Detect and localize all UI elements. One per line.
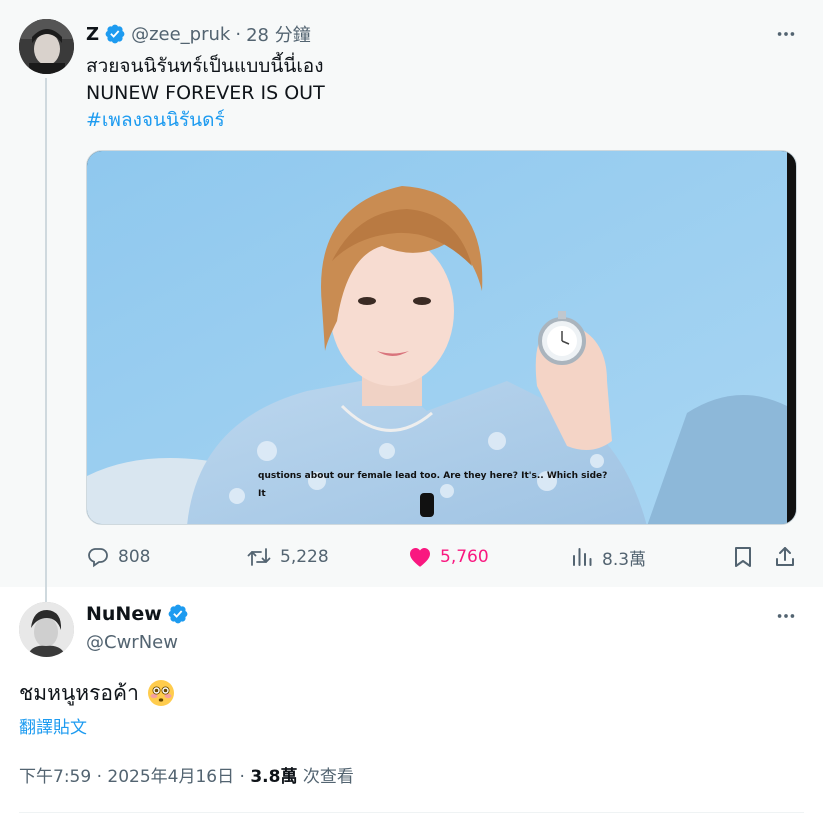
bookmark-button[interactable] — [731, 540, 763, 574]
user-handle[interactable]: @zee_pruk — [131, 24, 230, 45]
flushed-face-emoji — [147, 679, 175, 707]
view-count: 8.3萬 — [602, 549, 647, 570]
verified-badge-icon — [104, 23, 126, 45]
view-count: 3.8萬 — [250, 767, 298, 787]
reply-count: 808 — [118, 547, 151, 567]
verified-badge-icon — [167, 603, 189, 625]
separator: · — [239, 767, 245, 787]
more-options-button[interactable] — [771, 601, 801, 631]
like-button[interactable]: 5,760 — [408, 540, 489, 574]
more-dots-icon — [777, 32, 795, 36]
repost-button[interactable]: 5,228 — [246, 540, 329, 574]
more-options-button[interactable] — [771, 19, 801, 49]
display-name[interactable]: NuNew — [86, 603, 162, 625]
repost-count: 5,228 — [280, 547, 329, 567]
action-bar: 808 5,228 5,760 8.3萬 — [86, 540, 797, 574]
avatar[interactable] — [19, 602, 74, 657]
caption-line: It — [258, 489, 266, 499]
view-label: 次查看 — [302, 767, 354, 787]
share-icon — [776, 547, 794, 566]
views-button[interactable]: 8.3萬 — [570, 540, 646, 574]
separator: · — [235, 23, 242, 45]
user-handle[interactable]: @CwrNew — [86, 632, 178, 653]
post-time[interactable]: 下午7:59 — [19, 767, 91, 787]
caption-line: qustions about our female lead too. Are … — [258, 471, 608, 481]
tweet-text-line: สวยจนนิรันทร์เป็นแบบนี้นี่เอง — [86, 55, 324, 77]
timestamp[interactable]: 28 分鐘 — [246, 21, 311, 47]
heart-icon — [410, 548, 430, 567]
display-name-row: NuNew — [86, 603, 189, 625]
bookmark-icon — [735, 547, 751, 567]
translate-post-link[interactable]: 翻譯貼文 — [19, 713, 87, 738]
avatar[interactable] — [19, 19, 74, 74]
tweet-text: สวยจนนิรันทร์เป็นแบบนี้นี่เอง NUNEW FORE… — [86, 53, 325, 134]
tweet-text: ชมหนูหรอค้า — [19, 677, 175, 709]
like-count: 5,760 — [440, 547, 489, 567]
views-chart-icon — [573, 548, 592, 566]
tweet-header: Z @zee_pruk · 28 分鐘 — [86, 21, 311, 47]
parent-tweet[interactable]: Z @zee_pruk · 28 分鐘 สวยจนนิรันทร์เป็นแบบ… — [0, 0, 823, 604]
repost-icon — [247, 548, 271, 566]
reply-button[interactable]: 808 — [86, 540, 150, 574]
more-dots-icon — [777, 614, 795, 618]
video-thumbnail[interactable]: qustions about our female lead too. Are … — [86, 150, 797, 525]
tweet-metadata: 下午7:59 · 2025年4月16日 · 3.8萬 次查看 — [19, 762, 354, 787]
video-caption: qustions about our female lead too. Are … — [258, 467, 607, 503]
separator: · — [96, 767, 102, 787]
hashtag-link[interactable]: #เพลงจนนิรันดร์ — [86, 107, 325, 134]
tweet-text-content: ชมหนูหรอค้า — [19, 681, 139, 705]
divider — [19, 812, 804, 813]
thread-connector-line — [45, 78, 47, 604]
tweet-text-line: NUNEW FOREVER IS OUT — [86, 82, 325, 104]
display-name[interactable]: Z — [86, 24, 99, 45]
reply-icon — [88, 548, 108, 568]
share-button[interactable] — [773, 540, 805, 574]
post-date[interactable]: 2025年4月16日 — [107, 767, 234, 787]
